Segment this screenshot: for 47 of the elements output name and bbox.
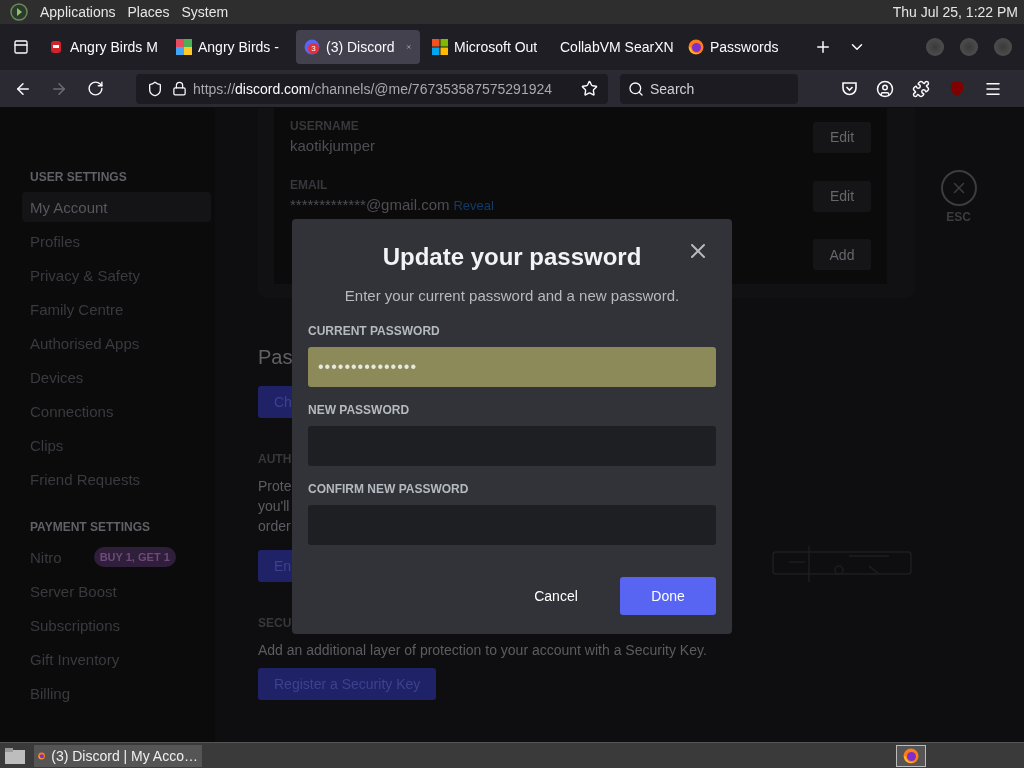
cancel-button[interactable]: Cancel xyxy=(508,577,604,615)
description-text: Prote xyxy=(258,478,292,496)
edit-button[interactable]: Add xyxy=(813,239,871,271)
sidebar-item[interactable]: My Account xyxy=(22,192,211,222)
browser-tab[interactable]: 3 (3) Discord xyxy=(296,30,420,64)
field-value: kaotikjumper xyxy=(290,137,376,155)
browser-tab[interactable]: Passwords xyxy=(680,30,804,64)
description-text: you'll xyxy=(258,498,290,516)
four-squares-icon xyxy=(432,39,448,55)
clock: Thu Jul 25, 1:22 PM xyxy=(892,4,1018,20)
dialog-subtitle: Enter your current password and a new password. xyxy=(343,287,681,304)
workspace-button[interactable] xyxy=(896,744,926,767)
app-menu-icon[interactable] xyxy=(10,3,28,21)
tiles-icon xyxy=(176,39,192,55)
panel-menu[interactable]: Places xyxy=(127,4,170,20)
section-heading: Pas xyxy=(258,346,293,370)
sidebar-header: USER SETTINGS xyxy=(29,170,128,184)
url-field[interactable]: https://discord.com/channels/@me/767353587575291924 xyxy=(136,73,608,104)
sidebar-header: PAYMENT SETTINGS xyxy=(29,520,152,534)
description-text: order xyxy=(258,518,291,536)
field-label: CONFIRM NEW PASSWORD xyxy=(308,482,470,496)
field-label: CURRENT PASSWORD xyxy=(308,324,441,338)
browser-tab[interactable]: Microsoft Out xyxy=(424,30,548,64)
description-text: Add an additional layer of protection to your account with a Security Key. xyxy=(258,642,707,658)
edit-button[interactable]: Edit xyxy=(813,180,871,212)
promo-badge: BUY 1, GET 1 xyxy=(93,547,176,567)
browser-tab[interactable]: Angry Birds M xyxy=(40,30,164,64)
edit-button[interactable]: Edit xyxy=(813,121,871,153)
taskbar-task[interactable]: (3) Discord | My Acco… xyxy=(34,744,202,767)
search-icon xyxy=(628,80,644,97)
field-label: NEW PASSWORD xyxy=(308,403,411,417)
file-manager-icon[interactable] xyxy=(4,746,26,765)
search-field[interactable]: Search xyxy=(620,73,798,104)
password-field[interactable]: ••••••••••••••• xyxy=(308,347,716,387)
field-value: *************@gmail.com xyxy=(290,196,450,213)
browser-tab[interactable]: Angry Birds - xyxy=(168,30,292,64)
bird-icon xyxy=(48,39,64,55)
notification-badge: 3 xyxy=(308,43,319,54)
done-button[interactable]: Done xyxy=(620,577,716,615)
lock-icon[interactable] xyxy=(172,81,187,96)
browser-icon xyxy=(903,747,919,764)
panel-menu[interactable]: Applications xyxy=(40,4,116,20)
browser-tab[interactable]: CollabVM SearXN xyxy=(552,30,676,64)
dialog-title: Update your password xyxy=(382,243,642,271)
browser-icon xyxy=(688,39,704,55)
panel-menu[interactable]: System xyxy=(181,4,229,20)
reveal-link[interactable]: Reveal xyxy=(453,198,494,213)
